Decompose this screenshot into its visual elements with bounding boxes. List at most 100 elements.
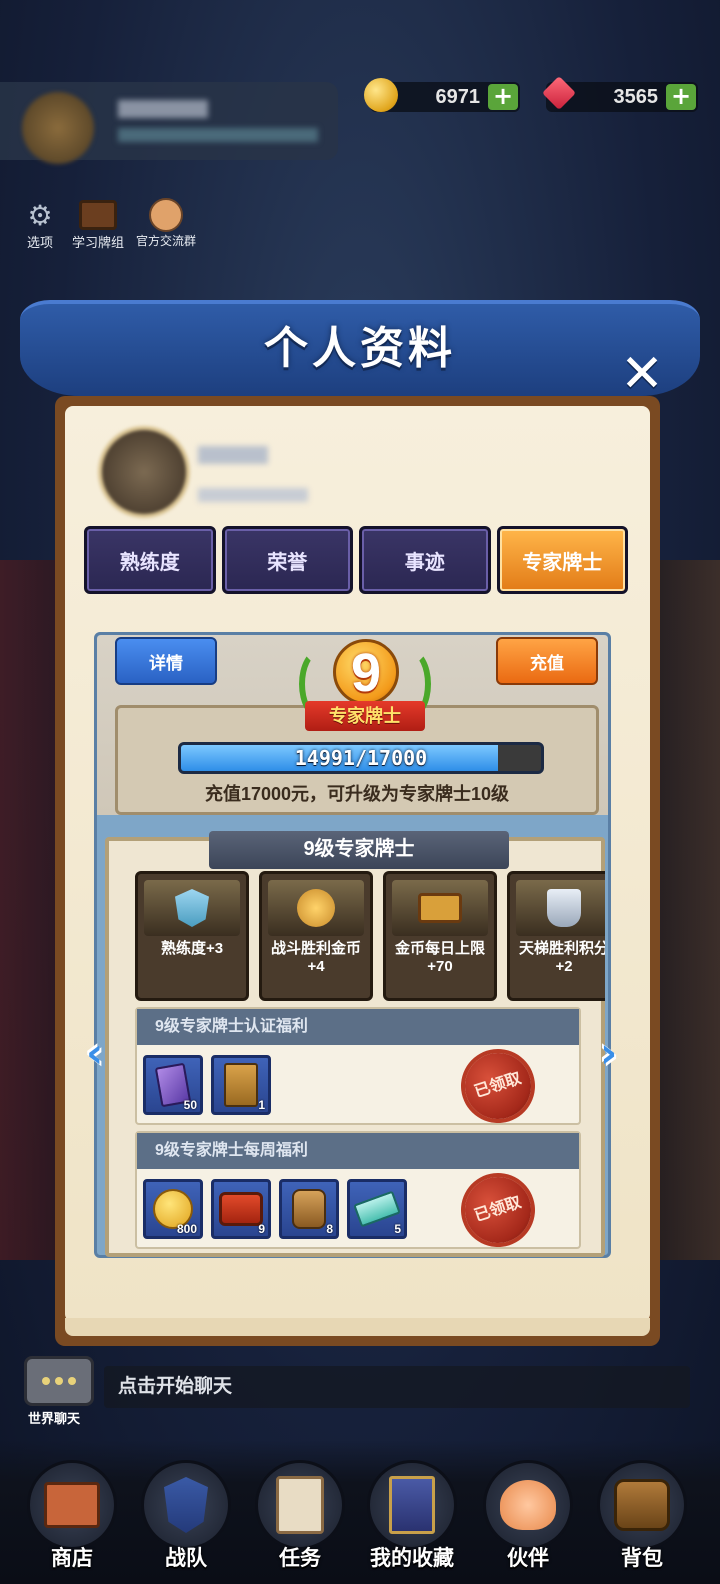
player-avatar[interactable] <box>22 92 94 164</box>
reward-item[interactable]: 1 <box>211 1055 271 1115</box>
perk-label: 战斗胜利金币+4 <box>270 940 361 975</box>
gold-coin-icon <box>364 78 398 112</box>
weekly-benefit: 9级专家牌士每周福利 800 9 8 5 已领取 <box>135 1131 581 1252</box>
reward-item[interactable]: 8 <box>279 1179 339 1239</box>
nav-collection[interactable]: 我的收藏 <box>358 1460 466 1584</box>
item-count: 800 <box>176 1222 197 1236</box>
bottom-navigation: 商店 战队 任务 我的收藏 伙伴 背包 <box>0 1440 720 1584</box>
top-bar: 6971 + 3565 + <box>0 76 720 164</box>
chat-bubble-icon[interactable] <box>24 1356 94 1406</box>
nav-partner[interactable]: 伙伴 <box>474 1460 582 1584</box>
background-left-shop <box>0 560 60 1260</box>
add-gold-button[interactable]: + <box>488 84 518 110</box>
nav-quests-label: 任务 <box>279 1547 321 1570</box>
reward-item[interactable]: 50 <box>143 1055 203 1115</box>
user-id-blurred <box>198 488 308 502</box>
tab-expert-player[interactable]: 专家牌士 <box>496 526 628 594</box>
gold-counter: 6971 + <box>364 78 520 112</box>
reward-item[interactable]: 5 <box>347 1179 407 1239</box>
recharge-button[interactable]: 充值 <box>496 637 598 685</box>
level-perks-sheet: 9级专家牌士 熟练度+3 战斗胜利金币+4 金币每日上限+70 天梯胜利积分+2… <box>105 831 605 1257</box>
item-count: 8 <box>326 1222 333 1236</box>
player-profile-chip[interactable] <box>0 82 338 164</box>
nav-team-label: 战队 <box>165 1547 207 1570</box>
nav-bag[interactable]: 背包 <box>588 1460 696 1584</box>
profile-tabs: 熟练度 荣誉 事迹 专家牌士 <box>84 526 628 596</box>
claimed-seal: 已领取 <box>456 1168 540 1252</box>
nav-partner-label: 伙伴 <box>507 1547 549 1570</box>
nav-bag-label: 背包 <box>621 1547 663 1570</box>
world-chat-label: 世界聊天 <box>28 1411 81 1426</box>
item-count: 5 <box>394 1222 401 1236</box>
modal-title-banner: 个人资料 ✕ <box>20 300 700 410</box>
pouch-icon <box>292 1189 326 1229</box>
perk-label: 天梯胜利积分+2 <box>518 940 605 975</box>
nav-shop-label: 商店 <box>51 1547 93 1570</box>
perk-label: 金币每日上限+70 <box>394 940 485 975</box>
close-icon[interactable]: ✕ <box>614 348 670 404</box>
world-chat: 世界聊天 点击开始聊天 <box>18 1356 690 1426</box>
nav-team[interactable]: 战队 <box>132 1460 240 1584</box>
certification-items: 50 1 <box>143 1055 271 1115</box>
chat-input-bar[interactable]: 点击开始聊天 <box>104 1366 690 1408</box>
learn-deck-label: 学习牌组 <box>72 236 125 251</box>
fist-coin-icon <box>268 880 364 936</box>
perk-card: 天梯胜利积分+2 <box>507 871 605 1001</box>
upgrade-hint: 充值17000元，可升级为专家牌士10级 <box>204 784 510 804</box>
backpack-icon <box>597 1460 687 1550</box>
reward-item[interactable]: 9 <box>211 1179 271 1239</box>
detail-button[interactable]: 详情 <box>115 637 217 685</box>
item-count: 50 <box>183 1098 197 1112</box>
trophy-icon <box>516 880 605 936</box>
add-gems-button[interactable]: + <box>666 84 696 110</box>
tab-proficiency[interactable]: 熟练度 <box>84 526 216 594</box>
expert-panel: 详情 充值 14991/17000 充值17000元，可升级为专家牌士10级 9… <box>94 632 611 1258</box>
gear-icon: ⚙ <box>27 198 53 232</box>
options-label: 选项 <box>26 236 53 251</box>
tab-deeds[interactable]: 事迹 <box>359 526 491 594</box>
official-group-button[interactable]: 官方交流群 <box>136 198 196 251</box>
tab-honor[interactable]: 荣誉 <box>221 526 353 594</box>
expert-level-badge: 9 专家牌士 <box>295 639 435 739</box>
user-avatar <box>98 426 190 518</box>
level-title: 专家牌士 <box>305 701 425 731</box>
options-button[interactable]: ⚙ 选项 <box>20 198 60 252</box>
perk-list: 熟练度+3 战斗胜利金币+4 金币每日上限+70 天梯胜利积分+2 <box>135 871 605 1001</box>
quest-scroll-icon <box>255 1460 345 1550</box>
gold-value: 6971 <box>435 85 481 108</box>
side-buttons: ⚙ 选项 学习牌组 官方交流群 <box>20 198 196 251</box>
weekly-benefit-title: 9级专家牌士每周福利 <box>137 1133 579 1169</box>
item-count: 9 <box>258 1222 265 1236</box>
gold-card-icon <box>224 1063 258 1107</box>
user-name-blurred <box>198 446 268 464</box>
next-level-arrow-icon[interactable]: › <box>600 1028 630 1077</box>
player-name-blurred <box>118 100 208 118</box>
gem-counter: 3565 + <box>542 76 698 112</box>
shop-icon <box>27 1460 117 1550</box>
claimed-seal: 已领取 <box>456 1044 540 1128</box>
tv-icon <box>78 198 118 232</box>
modal-title: 个人资料 <box>264 324 456 373</box>
gem-value: 3565 <box>613 85 659 108</box>
perk-card: 战斗胜利金币+4 <box>259 871 373 1001</box>
player-info-blurred <box>118 128 318 142</box>
gem-icon <box>542 76 576 110</box>
previous-level-arrow-icon[interactable]: ‹ <box>86 1028 116 1077</box>
perk-label: 熟练度+3 <box>160 940 224 957</box>
sheet-title: 9级专家牌士 <box>209 831 509 869</box>
reward-item[interactable]: 800 <box>143 1179 203 1239</box>
modal-paper-bottom <box>65 1318 650 1336</box>
red-chest-icon <box>219 1192 263 1226</box>
nav-collection-label: 我的收藏 <box>370 1547 454 1570</box>
weekly-items: 800 9 8 5 <box>143 1179 407 1239</box>
shield-arrow-icon <box>144 880 240 936</box>
vip-progress-text: 14991/17000 <box>294 746 428 770</box>
treasure-chest-icon <box>392 880 488 936</box>
card-collection-icon <box>367 1460 457 1550</box>
learn-deck-button[interactable]: 学习牌组 <box>72 198 124 251</box>
certification-benefit: 9级专家牌士认证福利 50 1 已领取 <box>135 1007 581 1128</box>
nav-shop[interactable]: 商店 <box>18 1460 126 1584</box>
nav-quests[interactable]: 任务 <box>246 1460 354 1584</box>
team-banner-icon <box>141 1460 231 1550</box>
level-number: 9 <box>333 639 399 705</box>
